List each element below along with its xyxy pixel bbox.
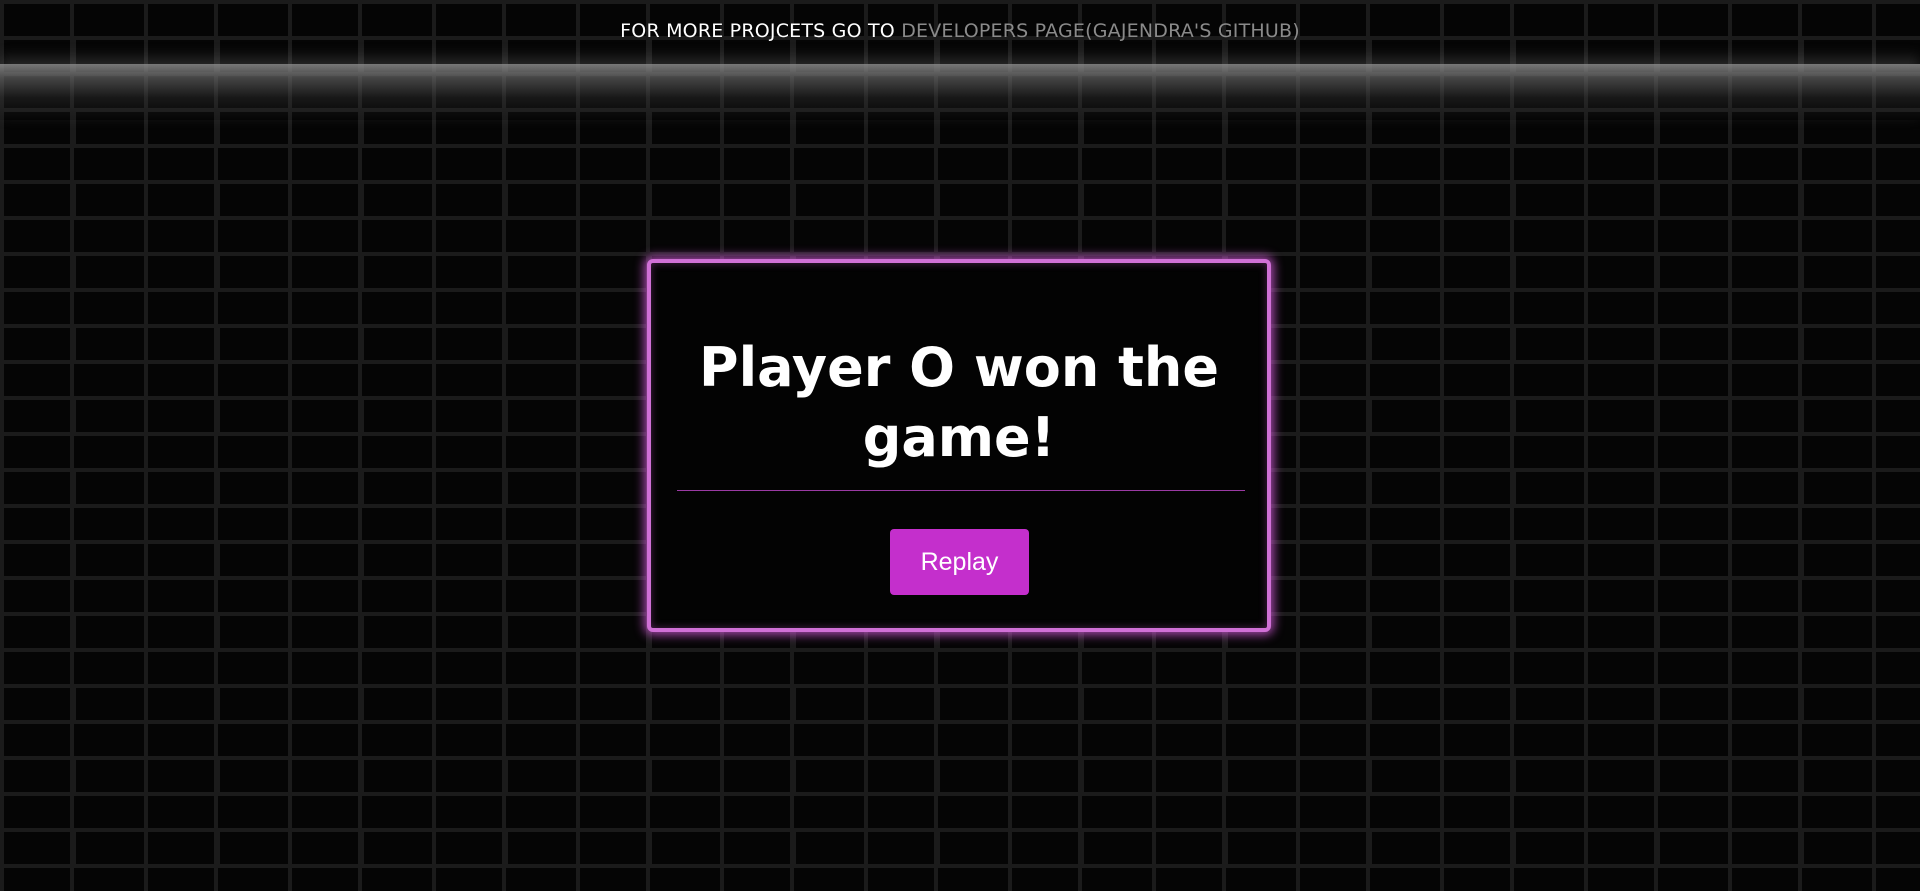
game-over-modal: Player O won the game! Replay [647, 259, 1271, 632]
developer-banner: FOR MORE PROJCETS GO TO DEVELOPERS PAGE(… [0, 20, 1920, 42]
banner-prefix: FOR MORE PROJCETS GO TO [620, 20, 895, 42]
top-light-bar [0, 64, 1920, 120]
modal-divider [677, 490, 1245, 491]
replay-button[interactable]: Replay [890, 529, 1029, 595]
developer-github-link[interactable]: DEVELOPERS PAGE(GAJENDRA'S GITHUB) [901, 20, 1300, 42]
winner-message: Player O won the game! [699, 336, 1219, 469]
